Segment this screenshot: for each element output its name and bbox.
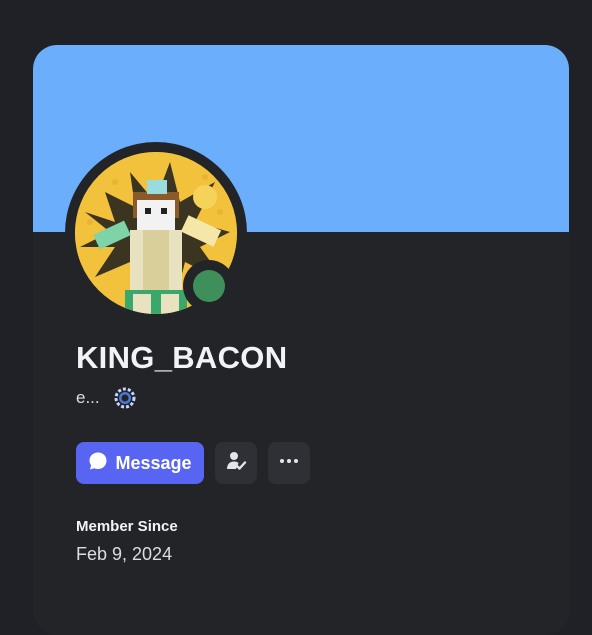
member-since-label: Member Since [76, 518, 178, 535]
laurel-wreath-icon[interactable] [112, 385, 138, 411]
custom-status: e... [76, 385, 138, 411]
avatar-container[interactable] [65, 142, 247, 324]
online-status-dot [193, 270, 225, 302]
chat-bubble-icon [88, 451, 108, 476]
friend-check-icon [225, 450, 247, 477]
custom-status-text: e... [76, 388, 100, 407]
message-button-label: Message [115, 452, 192, 473]
profile-card: KING_BACON e... Message Member Since Feb… [33, 45, 569, 635]
member-since-date: Feb 9, 2024 [76, 544, 173, 564]
friend-button[interactable] [215, 442, 257, 484]
online-status-indicator [183, 260, 235, 312]
username: KING_BACON [76, 340, 288, 375]
more-options-button[interactable] [268, 442, 310, 484]
ellipsis-icon [278, 450, 300, 477]
message-button[interactable]: Message [76, 442, 204, 484]
